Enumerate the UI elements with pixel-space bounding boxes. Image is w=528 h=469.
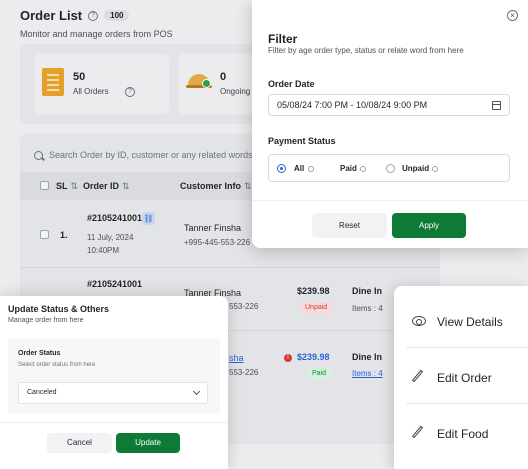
- date-range-value: 05/08/24 7:00 PM - 10/08/24 9:00 PM: [277, 100, 428, 110]
- order-date: 11 July, 2024: [87, 233, 134, 242]
- status-panel-subtitle: Manage order from here: [8, 317, 84, 324]
- menu-item-label: Edit Food: [437, 427, 489, 441]
- radio-unpaid[interactable]: [386, 164, 395, 173]
- cancel-button[interactable]: Cancel: [47, 433, 112, 453]
- customer-name: Tanner Finsha: [184, 223, 242, 233]
- order-id: #2105241001: [87, 279, 143, 289]
- radio-label-paid: Paid: [340, 164, 357, 173]
- order-status-value: Canceled: [27, 389, 57, 396]
- reset-button[interactable]: Reset: [312, 213, 387, 238]
- sort-icon: ⇅: [122, 181, 130, 191]
- order-type: Dine In: [352, 352, 383, 362]
- radio-all[interactable]: [277, 164, 286, 173]
- pencil-icon: [411, 369, 424, 383]
- sort-icon: ⇅: [244, 181, 252, 191]
- info-icon: [308, 166, 314, 172]
- order-items-link[interactable]: Items : 4: [352, 369, 383, 378]
- page-subtitle: Monitor and manage orders from POS: [20, 29, 173, 39]
- order-amount: $239.98: [297, 286, 330, 296]
- filter-title: Filter: [268, 32, 298, 46]
- search-bar[interactable]: Search Order by ID, customer or any rela…: [34, 150, 253, 160]
- filter-panel: × Filter Filter by age order type, statu…: [252, 0, 528, 248]
- menu-item-label: Edit Order: [437, 371, 492, 385]
- row-action-menu: View Details Edit Order Edit Food: [394, 286, 528, 469]
- update-button[interactable]: Update: [116, 433, 180, 453]
- help-icon[interactable]: ?: [125, 87, 135, 97]
- payment-status-radio-group: All Paid Unpaid: [268, 154, 510, 182]
- payment-badge-unpaid: Unpaid: [300, 302, 333, 313]
- radio-label-all: All: [294, 164, 305, 173]
- select-all-checkbox[interactable]: [40, 181, 49, 190]
- page-title: Order List: [20, 8, 83, 23]
- stat-label: Ongoing: [220, 87, 251, 96]
- order-type: Dine In: [352, 286, 383, 296]
- help-icon[interactable]: ?: [88, 10, 99, 21]
- search-icon: [34, 150, 43, 160]
- pencil-icon: [411, 425, 424, 439]
- apply-button[interactable]: Apply: [392, 213, 466, 238]
- stat-value: 50: [73, 71, 86, 83]
- header-order-id[interactable]: Order ID ⇅: [83, 181, 130, 192]
- order-status-label: Order Status: [18, 350, 61, 357]
- alert-icon: !: [284, 354, 292, 362]
- order-status-hint: Select order status from here: [18, 362, 96, 368]
- order-count-badge: 100: [104, 10, 130, 21]
- order-header: Order List ? 100 Monitor and manage orde…: [20, 8, 173, 39]
- payment-status-label: Payment Status: [268, 136, 336, 146]
- order-amount: $239.98: [297, 352, 330, 362]
- header-sl[interactable]: SL ⇅: [56, 181, 78, 192]
- order-items: Items : 4: [352, 304, 383, 313]
- stat-label: All Orders: [73, 87, 109, 96]
- order-date-label: Order Date: [268, 79, 315, 89]
- order-time: 10:40PM: [87, 246, 120, 255]
- customer-phone: 553-226: [229, 302, 259, 311]
- customer-phone: 553-226: [229, 368, 259, 377]
- eye-icon: [412, 316, 426, 326]
- menu-item-view-details[interactable]: View Details: [394, 291, 528, 347]
- chevron-down-icon: [192, 387, 201, 396]
- stat-card-all-orders[interactable]: 50 All Orders ?: [34, 54, 169, 114]
- info-icon: [432, 166, 438, 172]
- status-panel-title: Update Status & Others: [8, 304, 110, 314]
- customer-phone: +995-445-553-226: [184, 238, 251, 247]
- close-icon[interactable]: ×: [507, 10, 518, 21]
- stat-value: 0: [220, 71, 227, 83]
- menu-item-label: View Details: [437, 315, 503, 329]
- payment-badge-paid: Paid: [307, 368, 332, 379]
- menu-item-edit-order[interactable]: Edit Order: [394, 347, 528, 403]
- radio-label-unpaid: Unpaid: [402, 164, 430, 173]
- search-placeholder: Search Order by ID, customer or any rela…: [49, 150, 253, 160]
- menu-item-edit-food[interactable]: Edit Food: [394, 403, 528, 459]
- order-id: #2105241001: [87, 213, 143, 223]
- link-icon[interactable]: ⛓: [142, 212, 155, 225]
- update-status-panel: Update Status & Others Manage order from…: [0, 296, 228, 469]
- customer-name-link[interactable]: sha: [229, 353, 244, 363]
- order-status-field: Order Status Select order status from he…: [8, 338, 220, 414]
- row-sl: 1.: [60, 230, 68, 240]
- header-customer-info[interactable]: Customer Info ⇅: [180, 181, 252, 192]
- sort-icon: ⇅: [70, 181, 79, 191]
- filter-subtitle: Filter by age order type, status or rela…: [268, 46, 464, 55]
- row-checkbox[interactable]: [40, 230, 49, 239]
- info-icon: [360, 166, 366, 172]
- calendar-icon[interactable]: [492, 101, 501, 110]
- cloche-icon: [186, 74, 212, 88]
- order-status-select[interactable]: Canceled: [18, 382, 208, 404]
- filter-footer: Reset Apply: [252, 200, 528, 248]
- ledger-icon: [42, 68, 64, 96]
- status-panel-footer: Cancel Update: [0, 422, 228, 469]
- date-range-input[interactable]: 05/08/24 7:00 PM - 10/08/24 9:00 PM: [268, 94, 510, 116]
